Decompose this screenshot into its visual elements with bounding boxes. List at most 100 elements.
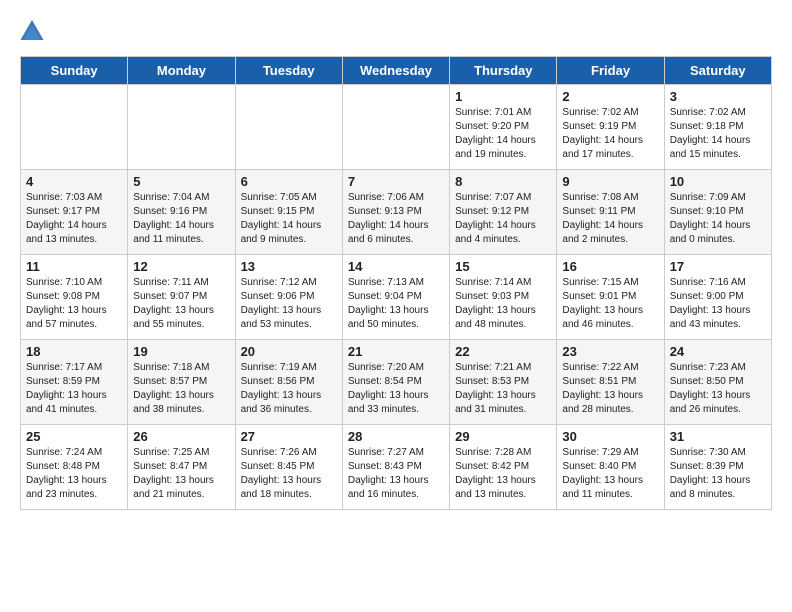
week-row-2: 4 Sunrise: 7:03 AM Sunset: 9:17 PM Daylig… — [21, 170, 772, 255]
calendar-cell: 27 Sunrise: 7:26 AM Sunset: 8:45 PM Dayli… — [235, 425, 342, 510]
day-info: Sunrise: 7:02 AM Sunset: 9:19 PM Dayligh… — [562, 106, 658, 162]
day-number: 1 — [455, 89, 551, 104]
day-info: Sunrise: 7:11 AM Sunset: 9:07 PM Dayligh… — [133, 276, 229, 332]
day-number: 11 — [26, 259, 122, 274]
calendar-cell: 18Sunrise: 7:17 AM Sunset: 8:59 PM Dayli… — [21, 340, 128, 425]
day-number: 20 — [241, 344, 337, 359]
day-header-thursday: Thursday — [450, 57, 557, 85]
day-number: 2 — [562, 89, 658, 104]
calendar-cell — [128, 85, 235, 170]
calendar-cell — [342, 85, 449, 170]
calendar-cell — [235, 85, 342, 170]
day-number: 15 — [455, 259, 551, 274]
day-info: Sunrise: 7:19 AM Sunset: 8:56 PM Dayligh… — [241, 361, 337, 417]
calendar-cell: 15 Sunrise: 7:14 AM Sunset: 9:03 PM Dayli… — [450, 255, 557, 340]
day-info: Sunrise: 7:24 AM Sunset: 8:48 PM Dayligh… — [26, 446, 122, 502]
day-info: Sunrise: 7:28 AM Sunset: 8:42 PM Dayligh… — [455, 446, 551, 502]
day-number: 8 — [455, 174, 551, 189]
calendar-cell: 24 Sunrise: 7:23 AM Sunset: 8:50 PM Dayli… — [664, 340, 771, 425]
calendar-cell: 21 Sunrise: 7:20 AM Sunset: 8:54 PM Dayli… — [342, 340, 449, 425]
day-info: Sunrise: 7:04 AM Sunset: 9:16 PM Dayligh… — [133, 191, 229, 247]
calendar-cell: 2 Sunrise: 7:02 AM Sunset: 9:19 PM Daylig… — [557, 85, 664, 170]
day-info: Sunrise: 7:06 AM Sunset: 9:13 PM Dayligh… — [348, 191, 444, 247]
calendar-cell: 22 Sunrise: 7:21 AM Sunset: 8:53 PM Dayli… — [450, 340, 557, 425]
day-info: Sunrise: 7:23 AM Sunset: 8:50 PM Dayligh… — [670, 361, 766, 417]
calendar-cell: 13Sunrise: 7:12 AM Sunset: 9:06 PM Dayli… — [235, 255, 342, 340]
day-header-monday: Monday — [128, 57, 235, 85]
calendar-cell: 7 Sunrise: 7:06 AM Sunset: 9:13 PM Daylig… — [342, 170, 449, 255]
day-info: Sunrise: 7:20 AM Sunset: 8:54 PM Dayligh… — [348, 361, 444, 417]
day-info: Sunrise: 7:22 AM Sunset: 8:51 PM Dayligh… — [562, 361, 658, 417]
calendar-cell: 8 Sunrise: 7:07 AM Sunset: 9:12 PM Daylig… — [450, 170, 557, 255]
day-info: Sunrise: 7:12 AM Sunset: 9:06 PM Dayligh… — [241, 276, 337, 332]
calendar-cell: 11 Sunrise: 7:10 AM Sunset: 9:08 PM Dayli… — [21, 255, 128, 340]
calendar-cell: 10Sunrise: 7:09 AM Sunset: 9:10 PM Dayli… — [664, 170, 771, 255]
calendar-cell: 26 Sunrise: 7:25 AM Sunset: 8:47 PM Dayli… — [128, 425, 235, 510]
day-info: Sunrise: 7:10 AM Sunset: 9:08 PM Dayligh… — [26, 276, 122, 332]
calendar-cell: 31 Sunrise: 7:30 AM Sunset: 8:39 PM Dayli… — [664, 425, 771, 510]
day-header-sunday: Sunday — [21, 57, 128, 85]
day-number: 31 — [670, 429, 766, 444]
day-info: Sunrise: 7:18 AM Sunset: 8:57 PM Dayligh… — [133, 361, 229, 417]
day-number: 4 — [26, 174, 122, 189]
day-info: Sunrise: 7:26 AM Sunset: 8:45 PM Dayligh… — [241, 446, 337, 502]
logo-icon — [20, 20, 44, 40]
day-number: 6 — [241, 174, 337, 189]
calendar-table: SundayMondayTuesdayWednesdayThursdayFrid… — [20, 56, 772, 510]
calendar-cell: 9Sunrise: 7:08 AM Sunset: 9:11 PM Daylig… — [557, 170, 664, 255]
page-header — [20, 20, 772, 40]
day-info: Sunrise: 7:25 AM Sunset: 8:47 PM Dayligh… — [133, 446, 229, 502]
week-row-3: 11 Sunrise: 7:10 AM Sunset: 9:08 PM Dayli… — [21, 255, 772, 340]
day-info: Sunrise: 7:08 AM Sunset: 9:11 PM Dayligh… — [562, 191, 658, 247]
day-header-wednesday: Wednesday — [342, 57, 449, 85]
day-number: 17 — [670, 259, 766, 274]
calendar-cell: 3 Sunrise: 7:02 AM Sunset: 9:18 PM Daylig… — [664, 85, 771, 170]
day-info: Sunrise: 7:07 AM Sunset: 9:12 PM Dayligh… — [455, 191, 551, 247]
day-header-friday: Friday — [557, 57, 664, 85]
day-number: 23 — [562, 344, 658, 359]
calendar-cell: 20 Sunrise: 7:19 AM Sunset: 8:56 PM Dayli… — [235, 340, 342, 425]
calendar-cell: 1 Sunrise: 7:01 AM Sunset: 9:20 PM Daylig… — [450, 85, 557, 170]
calendar-cell: 4 Sunrise: 7:03 AM Sunset: 9:17 PM Daylig… — [21, 170, 128, 255]
day-info: Sunrise: 7:15 AM Sunset: 9:01 PM Dayligh… — [562, 276, 658, 332]
day-info: Sunrise: 7:27 AM Sunset: 8:43 PM Dayligh… — [348, 446, 444, 502]
calendar-cell: 12Sunrise: 7:11 AM Sunset: 9:07 PM Dayli… — [128, 255, 235, 340]
calendar-cell: 29Sunrise: 7:28 AM Sunset: 8:42 PM Dayli… — [450, 425, 557, 510]
calendar-header-row: SundayMondayTuesdayWednesdayThursdayFrid… — [21, 57, 772, 85]
calendar-cell: 5 Sunrise: 7:04 AM Sunset: 9:16 PM Daylig… — [128, 170, 235, 255]
day-info: Sunrise: 7:13 AM Sunset: 9:04 PM Dayligh… — [348, 276, 444, 332]
day-header-tuesday: Tuesday — [235, 57, 342, 85]
week-row-4: 18Sunrise: 7:17 AM Sunset: 8:59 PM Dayli… — [21, 340, 772, 425]
calendar-cell: 16Sunrise: 7:15 AM Sunset: 9:01 PM Dayli… — [557, 255, 664, 340]
day-info: Sunrise: 7:30 AM Sunset: 8:39 PM Dayligh… — [670, 446, 766, 502]
calendar-cell — [21, 85, 128, 170]
day-number: 24 — [670, 344, 766, 359]
calendar-cell: 25Sunrise: 7:24 AM Sunset: 8:48 PM Dayli… — [21, 425, 128, 510]
day-info: Sunrise: 7:09 AM Sunset: 9:10 PM Dayligh… — [670, 191, 766, 247]
calendar-cell: 14Sunrise: 7:13 AM Sunset: 9:04 PM Dayli… — [342, 255, 449, 340]
day-info: Sunrise: 7:05 AM Sunset: 9:15 PM Dayligh… — [241, 191, 337, 247]
calendar-cell: 30 Sunrise: 7:29 AM Sunset: 8:40 PM Dayli… — [557, 425, 664, 510]
day-info: Sunrise: 7:03 AM Sunset: 9:17 PM Dayligh… — [26, 191, 122, 247]
calendar-cell: 28Sunrise: 7:27 AM Sunset: 8:43 PM Dayli… — [342, 425, 449, 510]
day-number: 5 — [133, 174, 229, 189]
week-row-1: 1 Sunrise: 7:01 AM Sunset: 9:20 PM Daylig… — [21, 85, 772, 170]
day-number: 27 — [241, 429, 337, 444]
day-info: Sunrise: 7:29 AM Sunset: 8:40 PM Dayligh… — [562, 446, 658, 502]
calendar-cell: 6 Sunrise: 7:05 AM Sunset: 9:15 PM Daylig… — [235, 170, 342, 255]
day-info: Sunrise: 7:17 AM Sunset: 8:59 PM Dayligh… — [26, 361, 122, 417]
day-info: Sunrise: 7:02 AM Sunset: 9:18 PM Dayligh… — [670, 106, 766, 162]
day-info: Sunrise: 7:14 AM Sunset: 9:03 PM Dayligh… — [455, 276, 551, 332]
calendar-cell: 17Sunrise: 7:16 AM Sunset: 9:00 PM Dayli… — [664, 255, 771, 340]
day-number: 3 — [670, 89, 766, 104]
day-number: 19 — [133, 344, 229, 359]
day-number: 26 — [133, 429, 229, 444]
day-number: 7 — [348, 174, 444, 189]
day-number: 22 — [455, 344, 551, 359]
day-info: Sunrise: 7:01 AM Sunset: 9:20 PM Dayligh… — [455, 106, 551, 162]
day-info: Sunrise: 7:21 AM Sunset: 8:53 PM Dayligh… — [455, 361, 551, 417]
day-number: 30 — [562, 429, 658, 444]
day-number: 21 — [348, 344, 444, 359]
day-header-saturday: Saturday — [664, 57, 771, 85]
calendar-cell: 19 Sunrise: 7:18 AM Sunset: 8:57 PM Dayli… — [128, 340, 235, 425]
